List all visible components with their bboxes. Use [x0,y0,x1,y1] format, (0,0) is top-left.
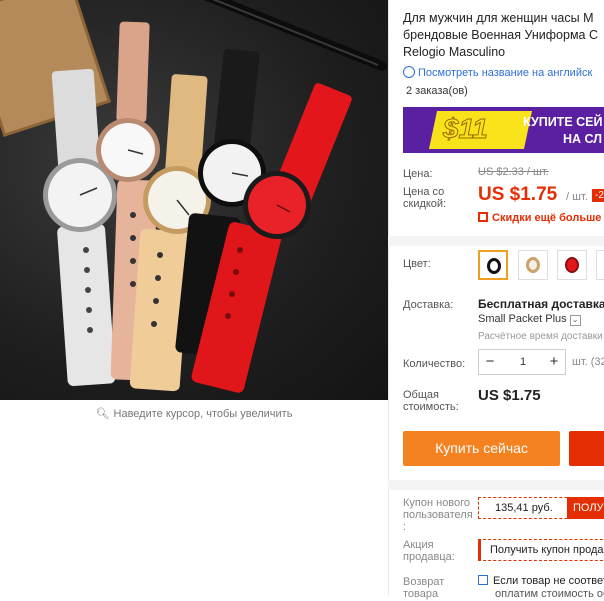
seller-coupon-button[interactable]: Получить купон прода [478,539,604,561]
price-label: Цена: [403,168,433,180]
returns-info: Если товар не соответ оплатим стоимость … [478,575,604,601]
seller-coupon-text[interactable]: Получить купон прода [490,544,604,556]
title-line-3: Relogio Masculino [403,45,506,59]
color-swatch-gold[interactable] [518,250,548,280]
quantity-label: Количество: [403,358,466,370]
total-label-2: стоимость: [403,401,459,413]
color-swatch-white[interactable] [596,250,604,280]
shipping-carrier-select[interactable]: Small Packet Plus ⌄ [478,313,581,326]
product-image[interactable] [0,0,388,400]
column-divider [388,0,389,595]
quantity-stepper[interactable]: − 1 + [478,349,566,375]
seller-promo-label-1: Акция [403,539,434,551]
discount-price-label-1: Цена со [403,186,445,198]
section-separator [388,480,604,490]
quantity-plus-button[interactable]: + [543,350,565,374]
discount-badge: -2 [592,189,604,202]
new-user-coupon-amount: 135,41 руб. [495,502,553,514]
coupon-link-text[interactable]: Скидки ещё больше в [492,212,604,224]
zoom-hint-text: Наведите курсор, чтобы увеличить [113,408,293,420]
quantity-minus-button[interactable]: − [479,350,501,374]
total-label-1: Общая [403,389,439,401]
title-line-1: Для мужчин для женщин часы М [403,11,594,25]
discount-price-label-2: скидкой: [403,198,447,210]
shipping-carrier[interactable]: Small Packet Plus [478,313,567,325]
watches-illustration [0,0,387,393]
new-user-coupon-label-3: : [403,521,407,533]
color-swatch-red[interactable] [557,250,587,280]
returns-line-1: Если товар не соответ [493,575,604,587]
buy-now-button[interactable]: Купить сейчас [403,431,560,466]
old-price: US $2.33 / шт. [478,166,549,178]
translate-link-text[interactable]: Посмотреть название на английск [418,67,592,79]
shipping-label: Доставка: [403,299,454,311]
quantity-unit: шт. (32 [572,356,604,368]
per-unit: / шт. [566,191,588,203]
quantity-input[interactable]: 1 [501,350,545,374]
new-user-coupon-label-1: Купон нового [403,497,471,509]
returns-label-1: Возврат [403,576,445,588]
translate-icon [403,66,415,78]
new-user-coupon: 135,41 руб. ПОЛУЧ [478,497,604,519]
total-price: US $1.75 [478,387,541,404]
product-title: Для мужчин для женщин часы М брендовые В… [403,10,603,61]
returns-label-2: товара [403,588,439,600]
banner-amount: $11 [443,113,489,145]
banner-line-2: НА СЛ [563,132,603,146]
banner-line-1: КУПИТЕ СЕЙ [523,115,603,129]
add-to-cart-button[interactable] [569,431,604,466]
title-line-2: брендовые Военная Униформа С [403,28,599,42]
shield-icon [478,575,488,585]
magnifier-icon: 🔍︎ [95,408,110,420]
section-separator [388,236,604,246]
coupon-link[interactable]: Скидки ещё больше в [478,212,604,224]
qr-code-icon [478,212,488,222]
product-gallery: 🔍︎ Наведите курсор, чтобы увеличить [0,0,388,595]
color-swatch-black[interactable] [478,250,508,280]
new-user-coupon-label-2: пользователя [403,509,473,521]
get-coupon-button[interactable]: ПОЛУЧ [567,497,604,519]
current-price: US $1.75 [478,184,558,205]
seller-promo-label-2: продавца: [403,551,455,563]
zoom-hint: 🔍︎ Наведите курсор, чтобы увеличить [0,407,388,420]
promo-banner[interactable]: $11 КУПИТЕ СЕЙ НА СЛ [403,107,604,153]
color-label: Цвет: [403,258,431,270]
chevron-down-icon[interactable]: ⌄ [569,315,581,326]
translate-link[interactable]: Посмотреть название на английск [403,66,592,79]
shipping-estimate: Расчётное время доставки [478,331,603,342]
shipping-title: Бесплатная доставка в [478,297,604,311]
orders-count: 2 заказа(ов) [406,85,468,97]
